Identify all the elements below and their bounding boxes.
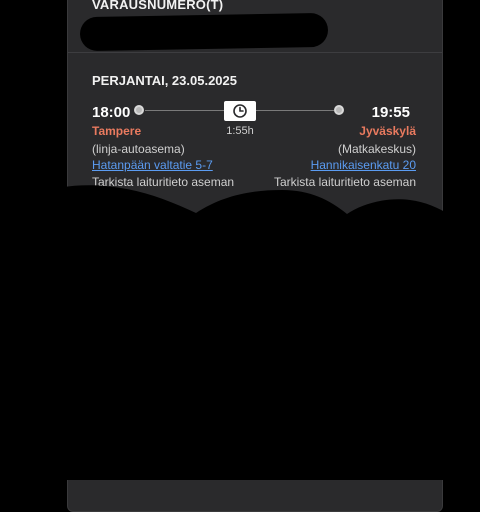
trip-duration: 1:55h: [226, 125, 254, 137]
redacted-reservation-number: [79, 12, 329, 52]
reservation-number-label: VARAUSNUMERO(T): [92, 0, 224, 12]
departure-platform-note: Tarkista laituritieto aseman: [92, 175, 235, 189]
departure-station: (linja-autoasema): [92, 142, 185, 156]
departure-stop-dot-icon: [134, 105, 144, 115]
arrival-address-link[interactable]: Hannikaisenkatu 20: [311, 158, 416, 172]
arrival-time: 19:55: [371, 104, 410, 121]
departure-time: 18:00: [92, 104, 131, 121]
arrival-station: (Matkakeskus): [337, 142, 416, 156]
arrival-stop-dot-icon: [334, 105, 344, 115]
departure-city: Tampere: [92, 124, 142, 138]
trip-date: PERJANTAI, 23.05.2025: [92, 73, 237, 88]
arrival-platform-note: Tarkista laituritieto aseman: [273, 175, 416, 189]
divider: [68, 52, 442, 53]
booking-card: VARAUSNUMERO(T) PERJANTAI, 23.05.2025 18…: [67, 0, 443, 512]
departure-address-link[interactable]: Hatanpään valtatie 5-7: [92, 158, 213, 172]
arrival-city: Jyväskylä: [359, 124, 416, 138]
clock-icon: [224, 101, 256, 121]
